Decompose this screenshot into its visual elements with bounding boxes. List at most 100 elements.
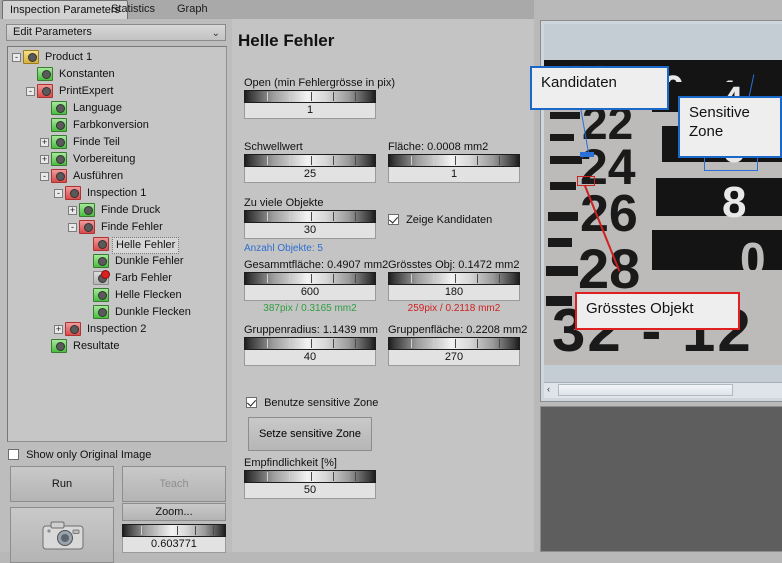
folder-icon (51, 101, 67, 115)
gruppenradius-slider-label: Gruppenradius: 1.1439 mm (244, 324, 376, 336)
flaeche-slider-label: Fläche: 0.0008 mm2 (388, 141, 520, 153)
expand-icon[interactable]: + (40, 138, 49, 147)
gesammtflaeche-slider[interactable]: Gesammtfläche: 0.4907 mm2 600 387pix / 0… (244, 259, 376, 314)
application-window: Inspection Parameters Statistics Graph E… (0, 0, 782, 552)
parameter-tree[interactable]: -Product 1Konstanten-PrintExpertLanguage… (7, 46, 227, 442)
benutze-sensitive-zone-row[interactable]: Benutze sensitive Zone (246, 397, 378, 409)
secondary-image-pane[interactable] (540, 406, 782, 552)
zoom-slider[interactable]: 0.603771 (122, 524, 226, 553)
zeige-kandidaten-row[interactable]: Zeige Kandidaten (388, 214, 492, 226)
gruppenflaeche-slider-label: Gruppenfläche: 0.2208 mm2 (388, 324, 520, 336)
gruppenflaeche-slider[interactable]: Gruppenfläche: 0.2208 mm2 270 (388, 324, 520, 366)
tree-item-inspection-2[interactable]: +Inspection 2 (8, 321, 226, 338)
flaeche-slider-track[interactable] (388, 154, 520, 167)
tree-item-label: Inspection 1 (84, 185, 149, 202)
collapse-icon[interactable]: - (54, 189, 63, 198)
groesstes-obj-slider-value: 180 (388, 285, 520, 301)
callout-kandidaten: Kandidaten (530, 66, 669, 110)
expand-icon[interactable]: + (68, 206, 77, 215)
tree-item-farb-fehler[interactable]: Farb Fehler (8, 270, 226, 287)
tree-item-label: Konstanten (56, 66, 118, 83)
scrollbar-thumb[interactable] (558, 384, 733, 396)
schwellwert-slider[interactable]: Schwellwert 25 (244, 141, 376, 183)
gruppenradius-slider-track[interactable] (244, 337, 376, 350)
collapse-icon[interactable]: - (68, 223, 77, 232)
folder-icon (93, 237, 109, 251)
tree-item-finde-druck[interactable]: + Finde Druck (8, 202, 226, 219)
tree-item-product-1[interactable]: -Product 1 (8, 47, 226, 66)
sidebar-panel: Edit Parameters ⌄ -Product 1Konstanten-P… (0, 19, 232, 552)
benutze-sensitive-zone-checkbox[interactable] (246, 397, 257, 408)
edit-parameters-dropdown[interactable]: Edit Parameters ⌄ (6, 24, 226, 41)
tree-item-resultate[interactable]: Resultate (8, 338, 226, 355)
expand-icon[interactable]: + (54, 325, 63, 334)
folder-icon (51, 169, 67, 183)
tree-item-label: Resultate (70, 338, 122, 355)
tree-item-dunkle-flecken[interactable]: Dunkle Flecken (8, 304, 226, 321)
expand-icon[interactable]: + (40, 155, 49, 164)
tree-item-farbkonversion[interactable]: Farbkonversion (8, 117, 226, 134)
collapse-icon[interactable]: - (40, 172, 49, 181)
scroll-left-icon[interactable]: ‹ (547, 384, 550, 394)
gruppenflaeche-slider-value: 270 (388, 350, 520, 366)
groesstes-obj-slider-track[interactable] (388, 272, 520, 285)
empfindlichkeit-slider[interactable]: Empfindlichkeit [%] 50 (244, 457, 376, 499)
show-only-original-image-checkbox[interactable] (8, 449, 19, 460)
gesammtflaeche-slider-value: 600 (244, 285, 376, 301)
groesstes-obj-slider[interactable]: Grösstes Obj: 0.1472 mm2 180 259pix / 0.… (388, 259, 520, 314)
tree-item-label: Helle Flecken (112, 287, 185, 304)
zeige-kandidaten-checkbox[interactable] (388, 214, 399, 225)
gruppenradius-slider[interactable]: Gruppenradius: 1.1439 mm 40 (244, 324, 376, 366)
reverse-digit: 0 (740, 232, 766, 286)
schwellwert-slider-value: 25 (244, 167, 376, 183)
run-button[interactable]: Run (10, 466, 114, 502)
zoom-slider-track[interactable] (122, 524, 226, 537)
tree-item-helle-fehler[interactable]: Helle Fehler (8, 236, 226, 253)
teach-button[interactable]: Teach (122, 466, 226, 502)
tab-graph[interactable]: Graph (170, 1, 215, 19)
tree-item-dunkle-fehler[interactable]: Dunkle Fehler (8, 253, 226, 270)
gesammtflaeche-slider-track[interactable] (244, 272, 376, 285)
zoom-button[interactable]: Zoom... (122, 503, 226, 521)
camera-button[interactable] (10, 507, 114, 563)
tree-item-inspection-1[interactable]: - Inspection 1 (8, 185, 226, 202)
open-slider-track[interactable] (244, 90, 376, 103)
folder-icon (93, 271, 109, 285)
schwellwert-slider-label: Schwellwert (244, 141, 376, 153)
collapse-icon[interactable]: - (26, 87, 35, 96)
empfindlichkeit-slider-track[interactable] (244, 470, 376, 483)
tree-item-helle-flecken[interactable]: Helle Flecken (8, 287, 226, 304)
tree-item-vorbereitung[interactable]: + Vorbereitung (8, 151, 226, 168)
collapse-icon[interactable]: - (12, 53, 21, 62)
tree-item-finde-teil[interactable]: +Finde Teil (8, 134, 226, 151)
folder-icon (37, 67, 53, 81)
show-only-original-image-row[interactable]: Show only Original Image (8, 449, 151, 461)
tree-item-printexpert[interactable]: -PrintExpert (8, 83, 226, 100)
tab-statistics[interactable]: Statistics (104, 1, 162, 19)
tree-item-label: Dunkle Fehler (112, 253, 186, 270)
zu-viele-objekte-slider[interactable]: Zu viele Objekte 30 (244, 197, 376, 239)
gesammtflaeche-slider-label: Gesammtfläche: 0.4907 mm2 (244, 259, 376, 271)
tree-item-label: Vorbereitung (70, 151, 138, 168)
tree-item-konstanten[interactable]: Konstanten (8, 66, 226, 83)
tree-item-finde-fehler[interactable]: -Finde Fehler (8, 219, 226, 236)
reverse-digit: 8 (722, 178, 746, 228)
folder-icon (51, 118, 67, 132)
tree-item-label: Farb Fehler (112, 270, 175, 287)
schwellwert-slider-track[interactable] (244, 154, 376, 167)
folder-icon (79, 220, 95, 234)
tree-item-language[interactable]: Language (8, 100, 226, 117)
horizontal-scrollbar[interactable]: ‹ (544, 382, 782, 398)
page-title: Helle Fehler (238, 31, 334, 51)
gruppenflaeche-slider-track[interactable] (388, 337, 520, 350)
folder-icon (93, 288, 109, 302)
tree-item-label: Finde Druck (98, 202, 163, 219)
tree-item-ausf-hren[interactable]: -Ausführen (8, 168, 226, 185)
tree-item-label: Helle Fehler (112, 237, 179, 254)
zu-viele-objekte-slider-track[interactable] (244, 210, 376, 223)
flaeche-slider[interactable]: Fläche: 0.0008 mm2 1 (388, 141, 520, 183)
open-slider[interactable]: Open (min Fehlergrösse in pix) 1 (244, 77, 376, 119)
setze-sensitive-zone-button[interactable]: Setze sensitive Zone (248, 417, 372, 451)
gesammtflaeche-mm: 0.3165 mm2 (301, 303, 357, 314)
tree-item-label: Language (70, 100, 125, 117)
